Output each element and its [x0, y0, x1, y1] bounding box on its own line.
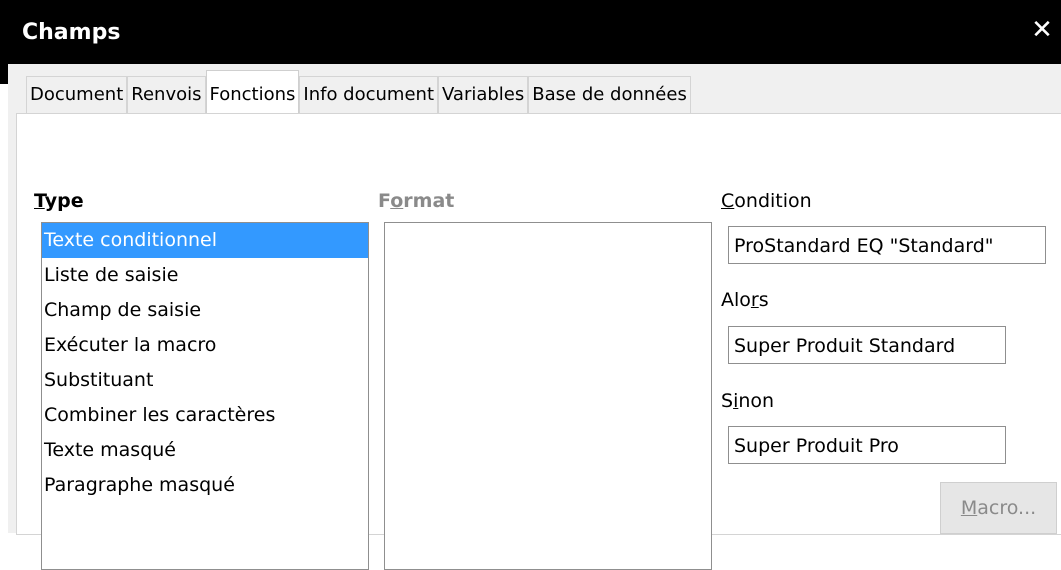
window-title: Champs	[22, 20, 121, 45]
list-item[interactable]: Texte conditionnel	[42, 223, 368, 258]
type-listbox[interactable]: Texte conditionnel Liste de saisie Champ…	[41, 222, 369, 570]
condition-field[interactable]: ProStandard EQ "Standard"	[728, 226, 1046, 264]
list-item[interactable]: Substituant	[42, 363, 368, 398]
condition-label: Condition	[721, 190, 812, 212]
list-item[interactable]: Liste de saisie	[42, 258, 368, 293]
tab-bar: Document Renvois Fonctions Info document…	[26, 70, 691, 113]
tab-renvois[interactable]: Renvois	[127, 76, 206, 113]
tab-panel-fonctions: Type Texte conditionnel Liste de saisie …	[16, 113, 1061, 570]
dialog-body: Document Renvois Fonctions Info document…	[8, 64, 1061, 570]
close-icon[interactable]: ✕	[1026, 14, 1058, 46]
else-label: Sinon	[721, 390, 775, 412]
tab-document[interactable]: Document	[26, 76, 128, 113]
format-label: Format	[378, 190, 455, 212]
list-item[interactable]: Combiner les caractères	[42, 398, 368, 433]
else-field[interactable]: Super Produit Pro	[728, 426, 1006, 464]
format-listbox[interactable]	[384, 222, 712, 570]
type-label: Type	[34, 190, 84, 212]
macro-button[interactable]: Macro...	[940, 482, 1057, 534]
then-field[interactable]: Super Produit Standard	[728, 326, 1006, 364]
then-label: Alors	[721, 289, 769, 311]
list-item[interactable]: Paragraphe masqué	[42, 468, 368, 503]
list-item[interactable]: Exécuter la macro	[42, 328, 368, 363]
list-item[interactable]: Champ de saisie	[42, 293, 368, 328]
tab-fonctions[interactable]: Fonctions	[205, 70, 300, 113]
tab-variables[interactable]: Variables	[438, 76, 529, 113]
tab-base-de-donnees[interactable]: Base de données	[528, 76, 691, 113]
list-item[interactable]: Texte masqué	[42, 433, 368, 468]
tab-info-document[interactable]: Info document	[299, 76, 438, 113]
